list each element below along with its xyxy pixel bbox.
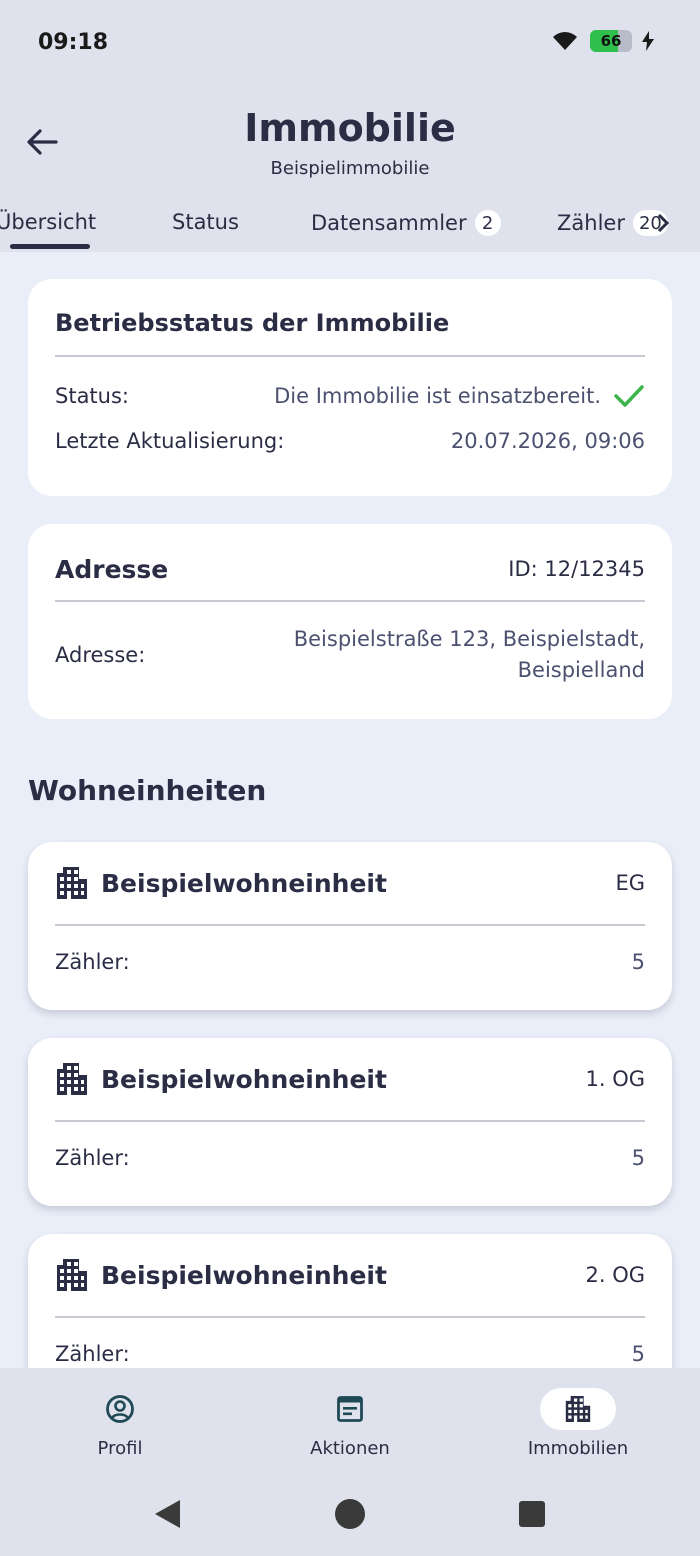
- tab-scroll-right-button[interactable]: [648, 208, 678, 238]
- system-home-icon[interactable]: [334, 1498, 366, 1530]
- last-update-value: 20.07.2026, 09:06: [450, 429, 645, 453]
- active-tab-indicator: [10, 244, 90, 249]
- bottom-navigation: Profil Aktionen Immobilien: [0, 1368, 700, 1556]
- unit-floor: 2. OG: [585, 1263, 645, 1287]
- tab-count-badge: 2: [474, 210, 501, 236]
- divider: [55, 600, 645, 602]
- nav-label: Immobilien: [527, 1438, 629, 1459]
- charging-icon: [642, 31, 654, 51]
- actions-icon: [337, 1396, 363, 1422]
- meter-count: 5: [631, 1146, 645, 1170]
- address-line-2: Beispielland: [517, 658, 645, 682]
- tab-status[interactable]: Status: [172, 210, 239, 234]
- status-bar: 09:18 66: [0, 0, 700, 88]
- divider: [55, 1316, 645, 1318]
- divider: [55, 355, 645, 357]
- meter-label: Zähler:: [55, 1342, 130, 1366]
- chevron-right-icon: [657, 213, 670, 233]
- system-back-icon[interactable]: [152, 1498, 182, 1530]
- meter-row: Zähler: 5: [55, 1146, 645, 1170]
- tab-bar: Übersicht Status Datensammler 2 Zähler 2…: [0, 208, 700, 252]
- nav-item-aktionen[interactable]: Aktionen: [270, 1388, 430, 1459]
- status-row: Status: Die Immobilie ist einsatzbereit.: [55, 383, 645, 409]
- nav-item-profil[interactable]: Profil: [40, 1388, 200, 1459]
- address-line-1: Beispielstraße 123, Beispielstadt,: [293, 627, 645, 651]
- operating-status-card: Betriebsstatus der Immobilie Status: Die…: [28, 279, 672, 496]
- tab-label: Übersicht: [0, 210, 97, 234]
- meter-label: Zähler:: [55, 950, 130, 974]
- profile-icon: [106, 1395, 134, 1423]
- building-icon: [57, 867, 87, 899]
- tab-label: Zähler: [557, 211, 625, 235]
- nav-item-immobilien[interactable]: Immobilien: [498, 1388, 658, 1459]
- tab-label: Datensammler: [311, 211, 467, 235]
- meter-count: 5: [631, 1342, 645, 1366]
- divider: [55, 1120, 645, 1122]
- clock: 09:18: [38, 30, 109, 55]
- unit-card[interactable]: Beispielwohneinheit EG Zähler: 5: [28, 842, 672, 1010]
- status-label: Status:: [55, 384, 129, 408]
- page-subtitle: Beispielimmobilie: [270, 158, 430, 179]
- unit-floor: 1. OG: [585, 1067, 645, 1091]
- units-section-title: Wohneinheiten: [28, 774, 267, 807]
- property-id: ID: 12/12345: [508, 557, 645, 581]
- app-bar: Immobilie Beispielimmobilie Übersicht St…: [0, 88, 700, 252]
- card-title: Adresse: [55, 554, 169, 584]
- nav-label: Aktionen: [310, 1438, 390, 1459]
- address-row: Adresse: Beispielstraße 123, Beispielsta…: [55, 624, 645, 686]
- unit-name: Beispielwohneinheit: [101, 868, 387, 898]
- meter-label: Zähler:: [55, 1146, 130, 1170]
- divider: [55, 924, 645, 926]
- unit-card[interactable]: Beispielwohneinheit 1. OG Zähler: 5: [28, 1038, 672, 1206]
- checkmark-icon: [614, 385, 644, 407]
- address-label: Adresse:: [55, 643, 146, 667]
- tab-label: Status: [172, 210, 239, 234]
- scroll-content[interactable]: Betriebsstatus der Immobilie Status: Die…: [0, 252, 700, 1368]
- building-icon: [57, 1259, 87, 1291]
- nav-label: Profil: [97, 1438, 143, 1459]
- building-icon: [565, 1396, 591, 1422]
- unit-name: Beispielwohneinheit: [101, 1260, 387, 1290]
- unit-floor: EG: [615, 871, 645, 895]
- page-title: Immobilie: [244, 106, 456, 150]
- address-card: Adresse ID: 12/12345 Adresse: Beispielst…: [28, 524, 672, 719]
- unit-name: Beispielwohneinheit: [101, 1064, 387, 1094]
- card-title: Betriebsstatus der Immobilie: [55, 309, 450, 337]
- system-navigation-bar: [0, 1494, 700, 1534]
- meter-row: Zähler: 5: [55, 950, 645, 974]
- last-update-label: Letzte Aktualisierung:: [55, 429, 285, 453]
- status-value: Die Immobilie ist einsatzbereit.: [274, 384, 601, 408]
- meter-row: Zähler: 5: [55, 1342, 645, 1366]
- battery-icon: 66: [590, 30, 632, 52]
- tab-datensammler[interactable]: Datensammler 2: [311, 210, 501, 236]
- building-icon: [57, 1063, 87, 1095]
- wifi-icon: [553, 32, 577, 50]
- meter-count: 5: [631, 950, 645, 974]
- active-nav-pill: [540, 1388, 616, 1430]
- tab-uebersicht[interactable]: Übersicht: [0, 210, 96, 234]
- unit-card[interactable]: Beispielwohneinheit 2. OG Zähler: 5: [28, 1234, 672, 1368]
- last-update-row: Letzte Aktualisierung: 20.07.2026, 09:06: [55, 429, 645, 453]
- system-recents-icon[interactable]: [518, 1500, 546, 1528]
